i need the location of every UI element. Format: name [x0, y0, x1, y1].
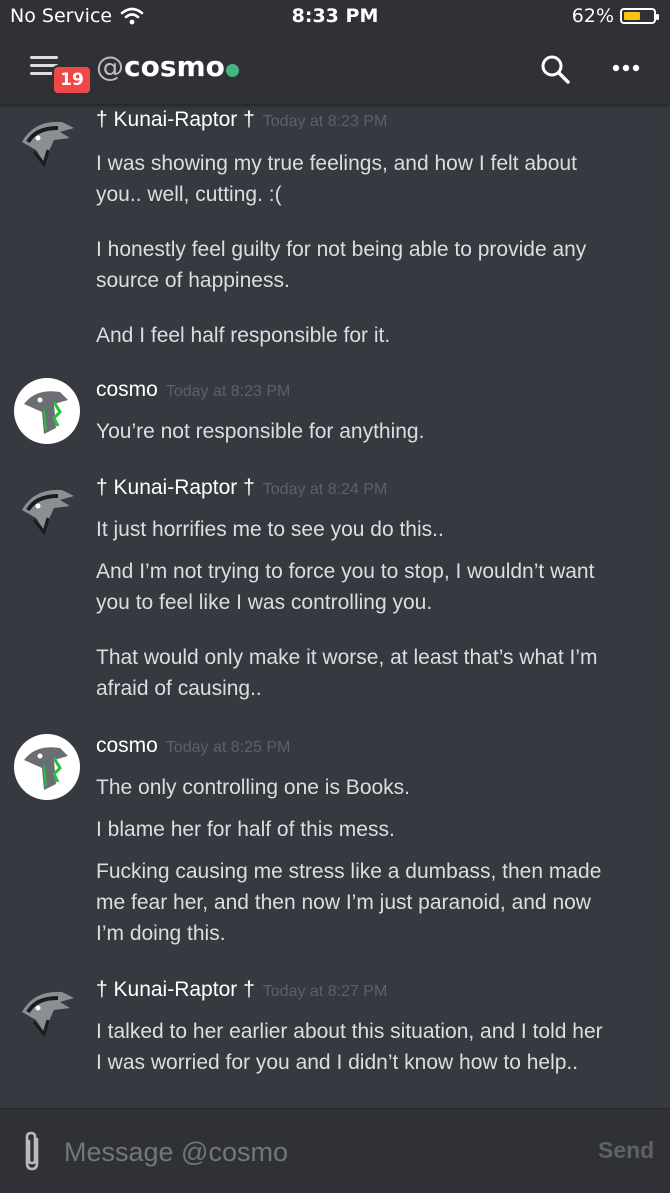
- message-header: cosmo Today at 8:25 PM: [96, 734, 290, 758]
- message-timestamp: Today at 8:24 PM: [262, 481, 388, 498]
- message-text: It just horrifies me to see you do this.…: [96, 518, 444, 541]
- message-text: you.. well, cutting. :(: [96, 183, 282, 206]
- search-icon[interactable]: [540, 54, 570, 84]
- battery-fill: [624, 12, 640, 20]
- online-status-icon: [226, 64, 239, 77]
- more-icon[interactable]: [612, 62, 640, 74]
- cosmo-avatar-art: [24, 391, 68, 434]
- clock: 8:33 PM: [291, 5, 379, 27]
- message-timestamp: Today at 8:25 PM: [165, 739, 291, 756]
- notification-badge: 19: [52, 65, 92, 95]
- message-text: I blame her for half of this mess.: [96, 818, 395, 841]
- message-header: † Kunai-Raptor † Today at 8:24 PM: [96, 476, 387, 500]
- message-text: And I’m not trying to force you to stop,…: [96, 560, 595, 583]
- message-input[interactable]: [62, 1129, 566, 1175]
- message-header: † Kunai-Raptor † Today at 8:23 PM: [96, 108, 387, 132]
- message-timestamp: Today at 8:23 PM: [165, 383, 291, 400]
- message-header: † Kunai-Raptor † Today at 8:27 PM: [96, 978, 387, 1002]
- raptor-avatar-art: [22, 991, 74, 1038]
- message-text: me fear her, and then now I’m just paran…: [96, 891, 591, 914]
- raptor-avatar[interactable]: [14, 982, 80, 1048]
- battery-icon: [620, 8, 659, 24]
- message-text: source of happiness.: [96, 269, 290, 292]
- message-text: And I feel half responsible for it.: [96, 324, 391, 347]
- message-text: The only controlling one is Books.: [96, 776, 411, 799]
- message-text: I was worried for you and I didn’t know …: [96, 1051, 579, 1074]
- cosmo-avatar[interactable]: [14, 734, 80, 800]
- message-text: I’m doing this.: [96, 922, 226, 945]
- raptor-avatar[interactable]: [14, 480, 80, 546]
- message-composer: Send: [0, 1108, 670, 1193]
- message-text: Fucking causing me stress like a dumbass…: [96, 860, 602, 883]
- author-name[interactable]: † Kunai-Raptor †: [96, 978, 255, 1001]
- battery-percent: 62%: [571, 5, 614, 27]
- message-text: That would only make it worse, at least …: [96, 646, 598, 669]
- raptor-avatar-art: [22, 489, 74, 536]
- message-text: I talked to her earlier about this situa…: [96, 1020, 603, 1043]
- message-text: I honestly feel guilty for not being abl…: [96, 238, 587, 261]
- author-name[interactable]: † Kunai-Raptor †: [96, 108, 255, 131]
- channel-prefix: @: [96, 50, 124, 83]
- channel-title[interactable]: @cosmo: [96, 50, 225, 83]
- menu-line: [30, 56, 58, 59]
- message-text: afraid of causing..: [96, 677, 262, 700]
- message-list[interactable]: † Kunai-Raptor † Today at 8:23 PM I was s…: [0, 104, 670, 1108]
- message-text: You’re not responsible for anything.: [96, 420, 425, 443]
- cosmo-avatar-art: [24, 747, 68, 790]
- message-timestamp: Today at 8:23 PM: [262, 113, 388, 130]
- raptor-avatar-art: [22, 121, 74, 168]
- channel-header: 19 @cosmo: [0, 34, 670, 104]
- author-name[interactable]: † Kunai-Raptor †: [96, 476, 255, 499]
- cosmo-avatar[interactable]: [14, 378, 80, 444]
- status-right: 62%: [571, 5, 659, 27]
- author-name[interactable]: cosmo: [96, 378, 158, 401]
- author-name[interactable]: cosmo: [96, 734, 158, 757]
- paperclip-icon[interactable]: [20, 1129, 44, 1173]
- message-timestamp: Today at 8:27 PM: [262, 983, 388, 1000]
- status-bar: No Service 8:33 PM 62%: [0, 0, 670, 34]
- channel-name: cosmo: [124, 50, 225, 83]
- send-button[interactable]: Send: [598, 1137, 654, 1164]
- message-text: you to feel like I was controlling you.: [96, 591, 433, 614]
- message-header: cosmo Today at 8:23 PM: [96, 378, 290, 402]
- message-text: I was showing my true feelings, and how …: [96, 152, 577, 175]
- raptor-avatar[interactable]: [14, 112, 80, 178]
